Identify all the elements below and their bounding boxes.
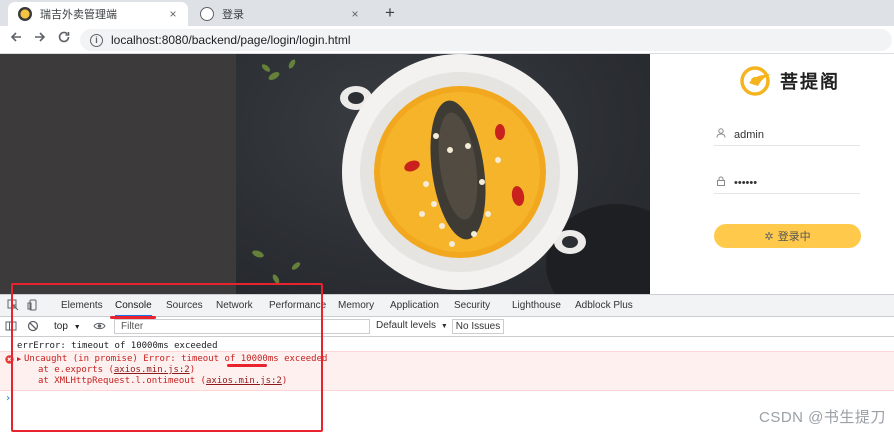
browser-tab-strip: 瑞吉外卖管理端 × 登录 × + xyxy=(0,0,894,26)
username-field[interactable]: admin xyxy=(714,124,860,146)
log-levels-dropdown[interactable]: Default levels ▼ xyxy=(376,320,448,331)
info-icon[interactable]: i xyxy=(90,33,103,47)
password-value: •••••• xyxy=(734,176,758,189)
issues-button[interactable]: No Issues xyxy=(452,319,504,334)
address-bar[interactable]: i localhost:8080/backend/page/login/logi… xyxy=(80,29,892,51)
soup-bowl-image xyxy=(252,54,650,294)
reload-button[interactable] xyxy=(54,30,74,50)
annotation-frame xyxy=(11,283,323,432)
devtools-tab-application[interactable]: Application xyxy=(390,295,439,317)
devtools-tab-adblock-plus[interactable]: Adblock Plus xyxy=(575,295,633,317)
login-button[interactable]: ✲ 登录中 xyxy=(714,224,861,248)
password-field[interactable]: •••••• xyxy=(714,172,860,194)
forward-button[interactable] xyxy=(30,30,50,50)
close-tab-icon[interactable]: × xyxy=(348,7,362,21)
back-button[interactable] xyxy=(6,30,26,50)
browser-tab-inactive[interactable]: 登录 × xyxy=(190,2,370,26)
user-icon xyxy=(714,128,728,141)
chevron-down-icon: ▼ xyxy=(440,323,448,330)
log-levels-value: Default levels xyxy=(376,320,437,331)
watermark: CSDN @书生提刀 xyxy=(759,409,886,426)
devtools-tab-memory[interactable]: Memory xyxy=(338,295,374,317)
username-value: admin xyxy=(734,128,764,141)
app-favicon-icon xyxy=(18,7,32,21)
lock-icon xyxy=(714,176,728,189)
browser-tab-active[interactable]: 瑞吉外卖管理端 × xyxy=(8,2,188,26)
annotation-underline xyxy=(227,364,267,367)
arrow-right-icon xyxy=(35,32,46,42)
brand-logo-icon xyxy=(740,66,771,96)
login-button-label: 登录中 xyxy=(777,231,811,243)
brand-name: 菩提阁 xyxy=(780,72,840,93)
address-url: localhost:8080/backend/page/login/login.… xyxy=(111,33,351,47)
arrow-left-icon xyxy=(10,32,21,42)
browser-tab-title: 瑞吉外卖管理端 xyxy=(40,9,117,21)
reload-icon xyxy=(58,31,70,43)
globe-icon xyxy=(200,7,214,21)
brand: 菩提阁 xyxy=(740,66,840,96)
browser-tab-title: 登录 xyxy=(222,9,244,21)
devtools-tab-lighthouse[interactable]: Lighthouse xyxy=(512,295,561,317)
login-panel: 菩提阁 admin •••••• ✲ 登录中 xyxy=(650,54,894,294)
annotation-underline xyxy=(110,316,156,319)
food-photo xyxy=(236,54,650,294)
new-tab-button[interactable]: + xyxy=(380,3,400,23)
browser-toolbar: i localhost:8080/backend/page/login/logi… xyxy=(0,26,894,54)
devtools-tab-security[interactable]: Security xyxy=(454,295,490,317)
close-tab-icon[interactable]: × xyxy=(166,7,180,21)
loading-spinner-icon: ✲ xyxy=(764,230,774,243)
left-background xyxy=(0,54,236,294)
page-viewport: 菩提阁 admin •••••• ✲ 登录中 xyxy=(0,54,894,294)
